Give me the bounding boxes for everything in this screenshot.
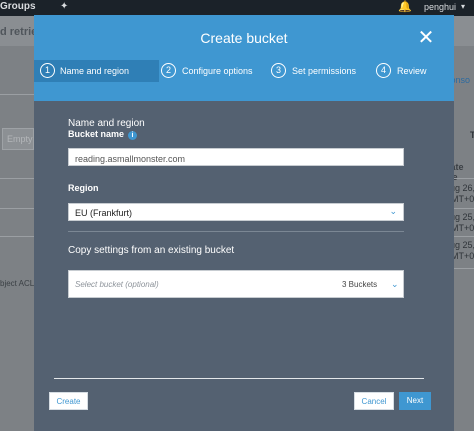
step-label: Review <box>397 66 427 76</box>
region-value: EU (Frankfurt) <box>75 208 133 218</box>
create-button[interactable]: Create <box>49 392 88 410</box>
wizard-steps: 1 Name and region 2 Configure options 3 … <box>34 60 454 82</box>
background-page-title: d retrie <box>0 26 38 38</box>
copy-bucket-select[interactable]: Select bucket (optional) 3 Buckets ⌄ <box>68 270 404 298</box>
bell-icon[interactable]: 🔔 <box>398 0 412 13</box>
region-label: Region <box>68 183 99 193</box>
create-bucket-dialog: Create bucket ✕ 1 Name and region 2 Conf… <box>34 15 454 431</box>
step-number: 1 <box>40 63 55 78</box>
background-acl-text: bject ACL <box>0 279 35 288</box>
step-number: 2 <box>161 63 176 78</box>
user-menu[interactable]: penghui <box>424 2 456 12</box>
cancel-button[interactable]: Cancel <box>354 392 394 410</box>
background-divider <box>0 236 36 237</box>
chevron-down-icon: ⌄ <box>391 279 399 289</box>
step-label: Configure options <box>182 66 253 76</box>
section-title: Name and region <box>68 118 145 129</box>
step-review[interactable]: 4 Review <box>376 60 436 82</box>
background-column-header: T <box>470 130 474 140</box>
background-divider <box>0 208 36 209</box>
groups-menu[interactable]: Groups <box>0 1 36 12</box>
step-configure-options[interactable]: 2 Configure options <box>161 60 253 82</box>
info-icon[interactable]: i <box>128 131 138 140</box>
background-divider <box>0 94 36 95</box>
copy-settings-title: Copy settings from an existing bucket <box>68 245 235 256</box>
pin-icon[interactable]: ✦ <box>60 1 68 12</box>
copy-bucket-placeholder: Select bucket (optional) <box>75 280 159 289</box>
console-top-bar: Groups ✦ 🔔 penghui ▾ <box>0 0 474 16</box>
step-label: Name and region <box>60 66 130 76</box>
step-number: 4 <box>376 63 391 78</box>
step-number: 3 <box>271 63 286 78</box>
footer-divider <box>54 378 424 379</box>
bucket-name-label: Bucket name i <box>68 129 138 140</box>
next-button[interactable]: Next <box>399 392 431 410</box>
background-filter-input[interactable]: Empty <box>2 128 34 150</box>
background-divider <box>0 178 36 179</box>
step-name-and-region[interactable]: 1 Name and region <box>34 60 159 82</box>
step-set-permissions[interactable]: 3 Set permissions <box>271 60 361 82</box>
chevron-down-icon[interactable]: ▾ <box>461 2 465 11</box>
step-label: Set permissions <box>292 66 357 76</box>
close-icon[interactable]: ✕ <box>417 28 435 48</box>
chevron-down-icon: ⌄ <box>389 206 397 216</box>
dialog-title: Create bucket <box>200 30 288 46</box>
dialog-header: Create bucket ✕ 1 Name and region 2 Conf… <box>34 15 454 101</box>
region-select[interactable]: EU (Frankfurt) ⌄ <box>68 203 404 221</box>
section-divider <box>68 231 404 232</box>
bucket-count: 3 Buckets <box>342 280 378 289</box>
bucket-name-input[interactable] <box>68 148 404 166</box>
